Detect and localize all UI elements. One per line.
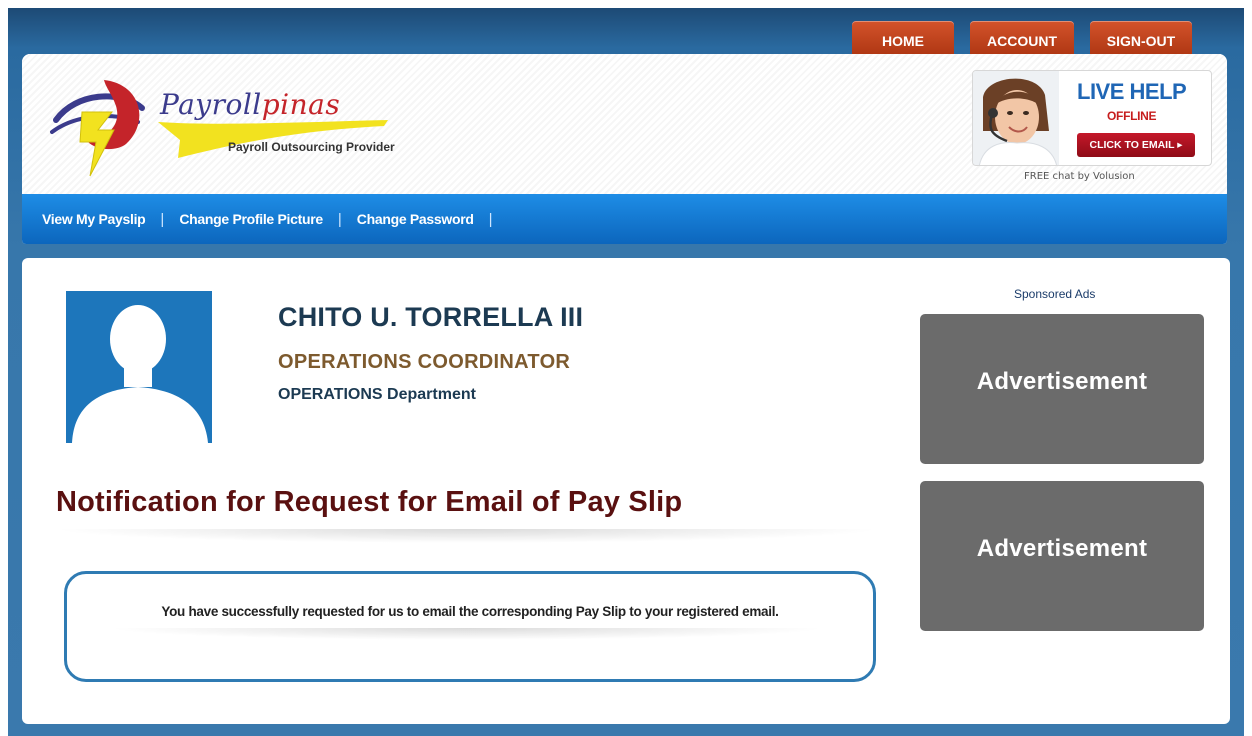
click-to-email-button[interactable]: CLICK TO EMAIL ▸ bbox=[1077, 133, 1195, 157]
site-header: Payrollpinas Payroll Outsourcing Provide… bbox=[22, 54, 1227, 244]
default-avatar-icon bbox=[72, 305, 208, 443]
subnav-view-my-payslip[interactable]: View My Payslip bbox=[42, 211, 146, 227]
support-agent-icon bbox=[973, 71, 1059, 165]
employee-position: OPERATIONS COORDINATOR bbox=[278, 351, 571, 373]
sub-navigation: View My Payslip | Change Profile Picture… bbox=[22, 194, 1227, 244]
payrollpinas-logo-icon[interactable] bbox=[46, 72, 158, 184]
subnav-change-password[interactable]: Change Password bbox=[357, 211, 474, 227]
profile-picture[interactable] bbox=[66, 291, 212, 443]
subnav-separator: | bbox=[160, 210, 165, 228]
main-content: CHITO U. TORRELLA III OPERATIONS COORDIN… bbox=[22, 258, 1230, 724]
notification-message: You have successfully requested for us t… bbox=[161, 604, 779, 619]
live-help-status: OFFLINE bbox=[1107, 109, 1157, 123]
title-divider bbox=[52, 529, 882, 543]
subnav-change-profile-picture[interactable]: Change Profile Picture bbox=[179, 211, 323, 227]
notification-title: Notification for Request for Email of Pa… bbox=[56, 486, 683, 518]
subnav-separator: | bbox=[337, 210, 342, 228]
notification-message-box: You have successfully requested for us t… bbox=[64, 571, 876, 682]
brand-area: Payrollpinas Payroll Outsourcing Provide… bbox=[22, 54, 1227, 194]
message-divider bbox=[107, 628, 827, 640]
advertisement-1[interactable]: Advertisement bbox=[920, 314, 1204, 464]
employee-department: OPERATIONS Department bbox=[278, 386, 476, 403]
live-help-caption: FREE chat by Volusion bbox=[1024, 171, 1135, 182]
brand-tagline: Payroll Outsourcing Provider bbox=[228, 140, 395, 154]
advertisement-2[interactable]: Advertisement bbox=[920, 481, 1204, 631]
sponsored-ads-label: Sponsored Ads bbox=[1014, 287, 1096, 301]
page-frame: HOME ACCOUNT SIGN-OUT Payrollpinas Payro… bbox=[8, 8, 1244, 736]
live-help-widget[interactable]: LIVE HELP OFFLINE CLICK TO EMAIL ▸ bbox=[972, 70, 1212, 166]
employee-name: CHITO U. TORRELLA III bbox=[278, 302, 584, 332]
subnav-separator: | bbox=[488, 210, 493, 228]
live-help-title: LIVE HELP bbox=[1077, 79, 1187, 104]
